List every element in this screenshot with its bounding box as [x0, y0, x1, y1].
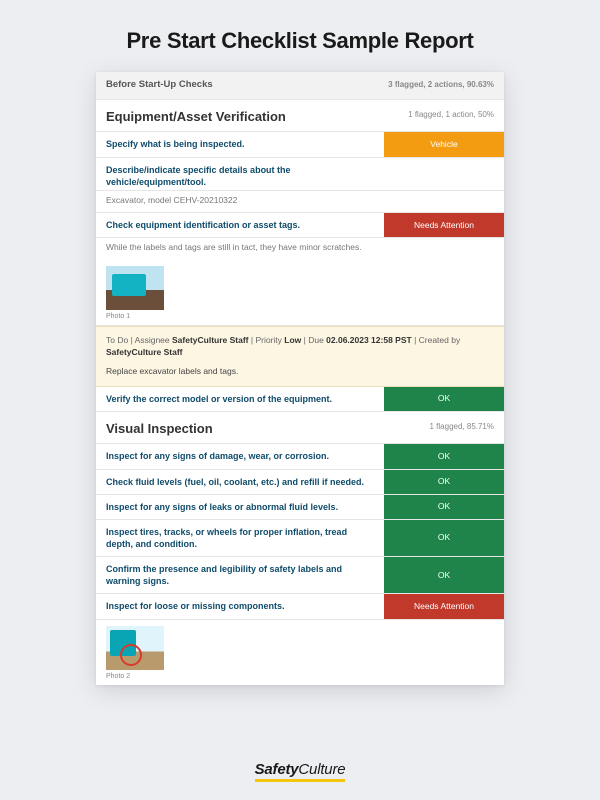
question-text: Verify the correct model or version of t…	[96, 387, 384, 411]
action-box: To Do | Assignee SafetyCulture Staff | P…	[96, 326, 504, 386]
pill-ok: OK	[384, 387, 504, 411]
pill-needs-attention: Needs Attention	[384, 594, 504, 618]
answer-note: Excavator, model CEHV-20210322	[96, 191, 504, 213]
section-meta: 3 flagged, 2 actions, 90.63%	[384, 72, 504, 99]
item-row: Inspect for loose or missing components.…	[96, 594, 504, 619]
answer-pill: Needs Attention	[384, 213, 504, 237]
pill-vehicle: Vehicle	[384, 132, 504, 156]
answer-empty	[384, 158, 504, 190]
photo-block: Photo 2	[96, 620, 504, 685]
excavator-icon	[112, 274, 146, 296]
action-task: Replace excavator labels and tags.	[106, 366, 494, 377]
item-row: Inspect for any signs of damage, wear, o…	[96, 444, 504, 469]
answer-note: While the labels and tags are still in t…	[96, 238, 504, 259]
brand-logo: SafetyCulture	[0, 761, 600, 782]
brand-light: Culture	[298, 761, 345, 778]
pill-ok: OK	[384, 495, 504, 519]
subsection-visual: Visual Inspection 1 flagged, 85.71%	[96, 412, 504, 445]
action-meta-line: To Do | Assignee SafetyCulture Staff | P…	[106, 335, 494, 358]
question-text: Inspect for any signs of leaks or abnorm…	[96, 495, 384, 519]
question-text: Inspect for any signs of damage, wear, o…	[96, 444, 384, 468]
highlight-circle-icon	[120, 644, 142, 666]
item-row: Inspect for any signs of leaks or abnorm…	[96, 495, 504, 520]
question-text: Confirm the presence and legibility of s…	[96, 557, 384, 593]
question-text: Inspect tires, tracks, or wheels for pro…	[96, 520, 384, 556]
section-title: Before Start-Up Checks	[96, 72, 384, 99]
brand-bold: Safety	[255, 761, 299, 778]
pill-ok: OK	[384, 470, 504, 494]
question-text: Check equipment identification or asset …	[96, 213, 384, 237]
subsection-title: Equipment/Asset Verification	[96, 100, 384, 132]
subsection-meta: 1 flagged, 1 action, 50%	[384, 100, 504, 132]
question-text: Describe/indicate specific details about…	[96, 158, 384, 190]
pill-needs-attention: Needs Attention	[384, 213, 504, 237]
item-row: Confirm the presence and legibility of s…	[96, 557, 504, 594]
answer-pill: Vehicle	[384, 132, 504, 156]
page-title: Pre Start Checklist Sample Report	[0, 0, 600, 72]
item-row: Check equipment identification or asset …	[96, 213, 504, 238]
item-row: Specify what is being inspected. Vehicle	[96, 132, 504, 157]
report-card: Before Start-Up Checks 3 flagged, 2 acti…	[96, 72, 504, 685]
pill-ok: OK	[384, 520, 504, 556]
question-text: Inspect for loose or missing components.	[96, 594, 384, 618]
pill-ok: OK	[384, 557, 504, 593]
answer-pill: OK	[384, 387, 504, 411]
item-row: Inspect tires, tracks, or wheels for pro…	[96, 520, 504, 557]
subsection-meta: 1 flagged, 85.71%	[384, 412, 504, 444]
photo-thumb[interactable]	[106, 626, 164, 670]
pill-ok: OK	[384, 444, 504, 468]
item-row: Verify the correct model or version of t…	[96, 387, 504, 412]
item-row: Describe/indicate specific details about…	[96, 158, 504, 191]
question-text: Specify what is being inspected.	[96, 132, 384, 156]
item-row: Check fluid levels (fuel, oil, coolant, …	[96, 470, 504, 495]
section-header-before-startup: Before Start-Up Checks 3 flagged, 2 acti…	[96, 72, 504, 100]
question-text: Check fluid levels (fuel, oil, coolant, …	[96, 470, 384, 494]
photo-block: Photo 1	[96, 260, 504, 326]
subsection-equipment: Equipment/Asset Verification 1 flagged, …	[96, 100, 504, 133]
subsection-title: Visual Inspection	[96, 412, 384, 444]
photo-caption: Photo 1	[106, 312, 494, 321]
photo-thumb[interactable]	[106, 266, 164, 310]
photo-caption: Photo 2	[106, 672, 494, 681]
